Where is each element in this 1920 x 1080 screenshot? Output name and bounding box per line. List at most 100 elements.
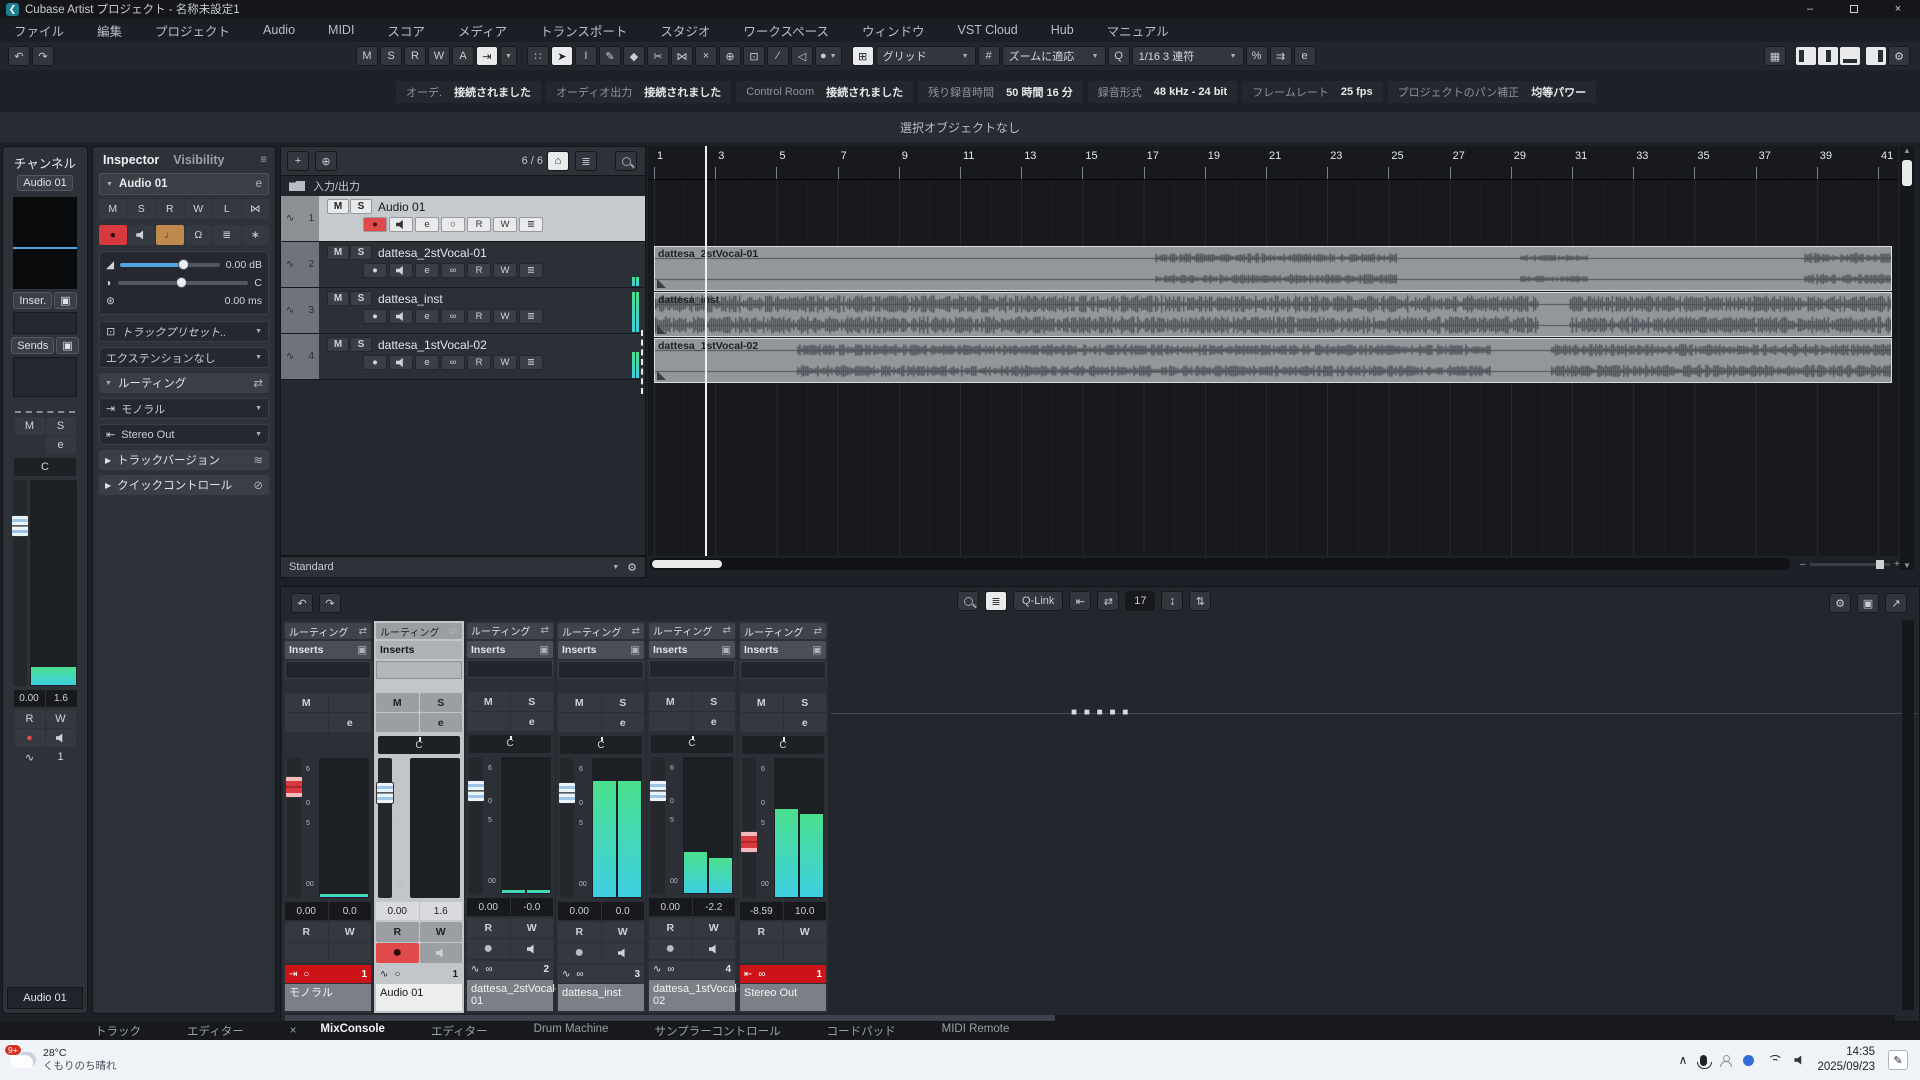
drag-handle[interactable]: ∷ [527, 46, 549, 66]
track-mute-button[interactable]: M [327, 337, 349, 352]
channel-mute-button[interactable]: M [740, 693, 783, 712]
track-monitor-button[interactable] [389, 355, 413, 370]
automation-m-button[interactable]: M [356, 46, 378, 66]
track-monitor-button[interactable] [389, 309, 413, 324]
channel-write-button[interactable]: W [329, 922, 372, 942]
track-mute-button[interactable]: M [327, 291, 349, 306]
channel-peak-value[interactable]: 10.0 [784, 902, 827, 920]
channel-peak-value[interactable]: -2.2 [693, 898, 736, 916]
fader-cap[interactable] [285, 776, 303, 798]
mixer-channel[interactable]: ルーティング⇄Inserts▣MSeC605000.000.0RW●∿∞3dat… [556, 621, 646, 1013]
channel-name[interactable]: モノラル [285, 984, 371, 1011]
track-read-button[interactable]: R [467, 309, 491, 324]
mixer-channel[interactable]: ルーティング⇄Inserts▣MSeC605000.00-2.2RW●∿∞4da… [647, 621, 737, 1013]
channel-pan-control[interactable] [287, 736, 369, 754]
range-select-tool[interactable]: Ι [575, 46, 597, 66]
channel-write-button[interactable]: W [693, 918, 736, 938]
volume-value[interactable]: 0.00 dB [226, 259, 262, 271]
object-select-tool[interactable]: ➤ [551, 46, 573, 66]
status-value[interactable]: 25 fps [1341, 86, 1373, 98]
fader-cap[interactable] [467, 780, 485, 802]
inspector-button-L[interactable]: L [213, 199, 241, 219]
left-tab-track[interactable]: トラック [95, 1023, 141, 1039]
channel-pan-control[interactable]: C [651, 735, 733, 753]
zone-divider[interactable] [15, 411, 75, 413]
draw-tool[interactable]: ✎ [599, 46, 621, 66]
channel-solo-button[interactable]: S [46, 417, 76, 435]
channel-solo-button[interactable]: S [784, 693, 827, 712]
track-versions-header[interactable]: ▶トラックバージョン≋ [99, 450, 269, 470]
channel-routing-rack[interactable]: ルーティング⇄ [558, 623, 644, 639]
channel-gain-value[interactable]: 0.00 [285, 902, 328, 920]
lower-tab-コードパッド[interactable]: コードパッド [827, 1023, 896, 1039]
mixer-undo-button[interactable]: ↶ [291, 593, 313, 613]
channel-edit-button[interactable]: e [46, 436, 76, 454]
monitor-button[interactable] [128, 225, 156, 245]
channel-routing-row[interactable]: ⇤∞1 [740, 965, 826, 983]
channel-pan-control[interactable]: C [742, 736, 824, 754]
mixer-window-button[interactable]: ▣ [1857, 593, 1879, 613]
automation-r-button[interactable]: R [404, 46, 426, 66]
track-write-button[interactable]: W [493, 355, 517, 370]
mute-tool[interactable]: × [695, 46, 717, 66]
menu-item[interactable]: ウィンドウ [862, 21, 925, 40]
routing-section-header[interactable]: ▼ルーティング⇄ [99, 373, 269, 393]
color-tool-button[interactable]: ● ▼ [815, 46, 842, 66]
track-write-button[interactable]: W [493, 309, 517, 324]
people-icon[interactable] [1720, 1055, 1730, 1065]
mixer-channel[interactable]: ルーティング⇄Inserts▣MSeC605000.00-0.0RW●∿∞2da… [465, 621, 555, 1013]
channel-fader[interactable] [287, 758, 301, 898]
channel-peak-value[interactable]: 1.6 [46, 690, 77, 707]
add-track-button[interactable]: + [287, 151, 309, 171]
channel-read-button[interactable]: R [558, 922, 601, 942]
track-monitor-state[interactable]: ∞ [441, 263, 465, 278]
menu-item[interactable]: MIDI [328, 23, 354, 37]
mixer-horizontal-scrollbar[interactable] [285, 1015, 1895, 1021]
channel-record-button[interactable]: ● [649, 939, 692, 959]
inspector-button-W[interactable]: W [185, 199, 213, 219]
lower-tab-drum-machine[interactable]: Drum Machine [534, 1023, 609, 1039]
menu-item[interactable]: トランスポート [540, 21, 627, 40]
track-row[interactable]: ∿1MSAudio 01●e○RW≣ [281, 196, 645, 242]
channel-record-button[interactable]: ● [376, 943, 419, 963]
channel-solo-button[interactable]: S [511, 692, 554, 711]
track-solo-button[interactable]: S [350, 199, 372, 214]
lock-button[interactable]: Ω [185, 225, 213, 245]
close-button[interactable]: × [1876, 0, 1920, 18]
fader-cap[interactable] [11, 515, 29, 537]
channel-write-button[interactable]: W [420, 922, 463, 942]
channel-routing-row[interactable]: ∿∞3 [558, 965, 644, 983]
channel-read-button[interactable]: R [376, 922, 419, 942]
menu-item[interactable]: ファイル [14, 21, 64, 40]
track-home-button[interactable]: ⌂ [547, 151, 569, 171]
mixer-settings-button[interactable]: ⚙ [1829, 593, 1851, 613]
minimize-button[interactable]: – [1788, 0, 1832, 18]
channel-pan-control[interactable]: C [14, 458, 76, 476]
menu-item[interactable]: スコア [387, 21, 425, 40]
track-read-button[interactable]: R [467, 217, 491, 232]
channel-pan-control[interactable]: C [560, 736, 642, 754]
channel-inserts-rack[interactable]: Inserts▣ [558, 641, 644, 659]
status-value[interactable]: 接続されました [826, 84, 903, 100]
scroll-down-icon[interactable]: ▼ [1903, 561, 1911, 570]
track-record-button[interactable]: ● [363, 309, 387, 324]
inserts-label[interactable]: Inser. [13, 292, 52, 309]
channel-name[interactable]: dattesa_2stVocal-01 [467, 980, 553, 1011]
use-track-preset-button[interactable]: ⊕ [315, 151, 337, 171]
channel-zone-footer[interactable]: Audio 01 [7, 987, 83, 1009]
track-monitor-state[interactable]: ∞ [441, 309, 465, 324]
snap-type-icon[interactable]: # [978, 46, 1000, 66]
quantize-icon[interactable]: Q [1108, 46, 1130, 66]
sends-label[interactable]: Sends [11, 337, 54, 354]
fade-handle[interactable] [657, 371, 666, 380]
left-tab-editor[interactable]: エディター [187, 1023, 244, 1039]
insert-slot[interactable] [376, 661, 462, 679]
zoom-slider[interactable] [1810, 563, 1891, 566]
channel-pan-control[interactable]: C [378, 736, 460, 754]
channel-monitor-button[interactable] [693, 939, 736, 959]
pan-value[interactable]: C [254, 277, 262, 289]
autoscroll-options-button[interactable]: ▼ [500, 46, 517, 66]
status-value[interactable]: 48 kHz - 24 bit [1154, 86, 1227, 98]
track-preset-dropdown[interactable]: ⊡トラックプリセット..▼ [99, 321, 269, 342]
redo-button[interactable]: ↷ [32, 46, 54, 66]
